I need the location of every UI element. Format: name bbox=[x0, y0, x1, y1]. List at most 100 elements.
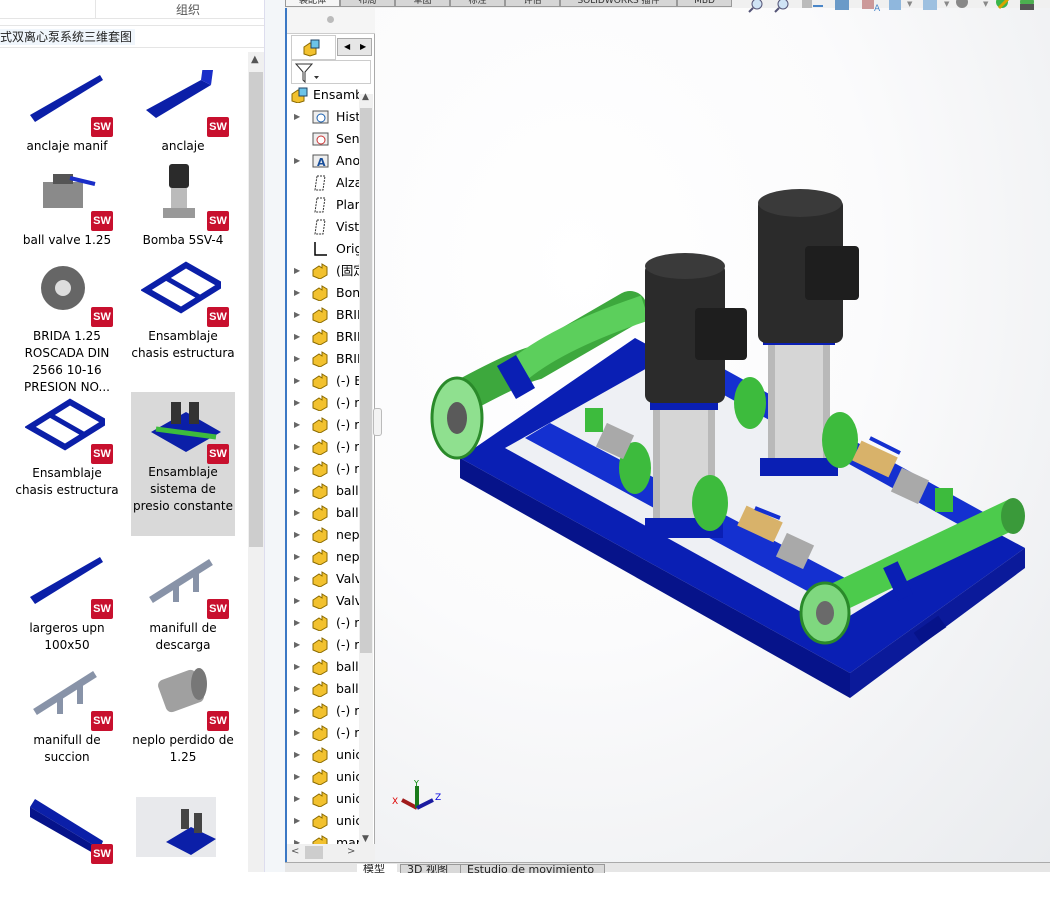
tree-item[interactable]: ▶ Bon bbox=[287, 282, 359, 304]
expand-arrow-icon[interactable]: ▶ bbox=[294, 656, 300, 678]
tree-item[interactable]: ▶ unic bbox=[287, 810, 359, 832]
scroll-down-icon[interactable]: ▼ bbox=[362, 834, 369, 844]
expand-arrow-icon[interactable]: ▶ bbox=[294, 392, 300, 414]
expand-arrow-icon[interactable]: ▶ bbox=[294, 700, 300, 722]
expand-arrow-icon[interactable]: ▶ bbox=[294, 414, 300, 436]
file-item[interactable]: SW bbox=[15, 797, 119, 897]
edit-appearance-icon[interactable] bbox=[996, 0, 1010, 10]
expand-arrow-icon[interactable]: ▶ bbox=[294, 810, 300, 832]
tree-item[interactable]: ▶ unic bbox=[287, 766, 359, 788]
tree-item[interactable]: ▶ BRII bbox=[287, 304, 359, 326]
tree-item[interactable]: ▶ (-) E bbox=[287, 370, 359, 392]
file-item[interactable]: SW Ensamblaje chasis estructura bbox=[131, 260, 235, 360]
filter-button[interactable] bbox=[291, 60, 371, 84]
expand-arrow-icon[interactable]: ▶ bbox=[294, 788, 300, 810]
tree-item[interactable]: ▶ (-) r bbox=[287, 612, 359, 634]
tree-item[interactable]: ▶ Valv bbox=[287, 568, 359, 590]
explorer-scrollbar[interactable]: ▲ bbox=[248, 52, 264, 872]
panel-splitter[interactable] bbox=[287, 8, 375, 34]
tree-item[interactable]: ▶ ball bbox=[287, 480, 359, 502]
tree-item[interactable]: ▶ ball bbox=[287, 502, 359, 524]
scroll-up-icon[interactable]: ▲ bbox=[362, 92, 369, 102]
tree-item[interactable]: Plan bbox=[287, 194, 359, 216]
expand-arrow-icon[interactable]: ▶ bbox=[294, 348, 300, 370]
expand-arrow-icon[interactable]: ▶ bbox=[294, 480, 300, 502]
scroll-thumb[interactable] bbox=[305, 846, 323, 859]
expand-arrow-icon[interactable]: ▶ bbox=[294, 150, 300, 172]
expand-arrow-icon[interactable]: ▶ bbox=[294, 282, 300, 304]
expand-arrow-icon[interactable]: ▶ bbox=[294, 524, 300, 546]
tree-item[interactable]: ▶ (-) r bbox=[287, 722, 359, 744]
tree-item[interactable]: ▶ BRII bbox=[287, 326, 359, 348]
hide-show-items-icon[interactable]: ▼ bbox=[956, 0, 989, 8]
tab-scroll-right-icon[interactable]: ▶ bbox=[360, 39, 366, 55]
command-tab[interactable]: SOLIDWORKS 插件 bbox=[560, 0, 677, 7]
scroll-left-icon[interactable]: < bbox=[291, 846, 299, 857]
tree-item[interactable]: ▶ unic bbox=[287, 744, 359, 766]
command-tab[interactable]: MBD bbox=[677, 0, 732, 7]
graphics-area[interactable]: A ▼ ▼ ▼ X Y Z bbox=[375, 0, 1050, 862]
file-item[interactable]: SW Ensamblaje chasis estructura bbox=[15, 397, 119, 497]
tree-item[interactable]: ▶ (-) r bbox=[287, 414, 359, 436]
expand-arrow-icon[interactable]: ▶ bbox=[294, 634, 300, 656]
file-item[interactable]: SW Bomba 5SV-4 bbox=[131, 164, 235, 264]
tree-item[interactable]: ▶ ball bbox=[287, 678, 359, 700]
pump-assembly-model[interactable]: X Y Z bbox=[375, 8, 1050, 862]
file-item[interactable]: SW BRIDA 1.25 ROSCADA DIN 2566 10-16 PRES… bbox=[15, 260, 119, 394]
tree-item[interactable]: Vist bbox=[287, 216, 359, 238]
tree-item[interactable]: ▶ BRII bbox=[287, 348, 359, 370]
tree-item[interactable]: Alza bbox=[287, 172, 359, 194]
command-tab[interactable]: 草图 bbox=[395, 0, 450, 7]
scroll-thumb[interactable] bbox=[360, 108, 372, 653]
expand-arrow-icon[interactable]: ▶ bbox=[294, 370, 300, 392]
tab-scroll-buttons[interactable]: ◀ ▶ bbox=[337, 38, 372, 56]
file-item[interactable]: SW ball valve 1.25 bbox=[15, 164, 119, 264]
expand-arrow-icon[interactable]: ▶ bbox=[294, 546, 300, 568]
command-tab[interactable]: 标注 bbox=[450, 0, 505, 7]
splitter-handle-icon[interactable] bbox=[327, 16, 334, 23]
address-bar[interactable]: 式双离心泵系统三维套图 bbox=[0, 25, 280, 48]
tree-item[interactable]: ▶ ball bbox=[287, 656, 359, 678]
organize-menu[interactable]: 组织 bbox=[176, 1, 200, 18]
tree-item[interactable]: ▶ (-) r bbox=[287, 458, 359, 480]
scroll-thumb[interactable] bbox=[249, 72, 263, 547]
file-item[interactable] bbox=[131, 797, 235, 897]
expand-arrow-icon[interactable]: ▶ bbox=[294, 590, 300, 612]
expand-arrow-icon[interactable]: ▶ bbox=[294, 678, 300, 700]
feature-manager-tab[interactable] bbox=[291, 35, 336, 60]
expand-arrow-icon[interactable]: ▶ bbox=[294, 106, 300, 128]
tree-item[interactable]: ▶ (-) r bbox=[287, 700, 359, 722]
file-item[interactable]: SW Ensamblaje sistema de presio constante bbox=[131, 392, 235, 536]
scroll-up-icon[interactable]: ▲ bbox=[251, 54, 259, 65]
file-item[interactable]: SW largeros upn 100x50 bbox=[15, 552, 119, 652]
command-tab[interactable]: 布局 bbox=[340, 0, 395, 7]
tab-scroll-left-icon[interactable]: ◀ bbox=[344, 39, 350, 55]
command-tab[interactable]: 评估 bbox=[505, 0, 560, 7]
tree-item[interactable]: Sen bbox=[287, 128, 359, 150]
expand-arrow-icon[interactable]: ▶ bbox=[294, 568, 300, 590]
tree-item[interactable]: ▶ (固定 bbox=[287, 260, 359, 282]
expand-arrow-icon[interactable]: ▶ bbox=[294, 304, 300, 326]
tree-item[interactable]: Orig bbox=[287, 238, 359, 260]
tree-item[interactable]: ▶ nep bbox=[287, 546, 359, 568]
file-item[interactable]: SW manifull de descarga bbox=[131, 552, 235, 652]
expand-arrow-icon[interactable]: ▶ bbox=[294, 612, 300, 634]
expand-arrow-icon[interactable]: ▶ bbox=[294, 502, 300, 524]
panel-collapse-handle[interactable] bbox=[373, 408, 382, 436]
tree-item[interactable]: ▶ Hist bbox=[287, 106, 359, 128]
expand-arrow-icon[interactable]: ▶ bbox=[294, 458, 300, 480]
scroll-right-icon[interactable]: > bbox=[347, 846, 355, 857]
tree-item[interactable]: ▶ mar bbox=[287, 832, 359, 844]
file-item[interactable]: SW manifull de succion bbox=[15, 664, 119, 764]
tree-item[interactable]: ▶ (-) r bbox=[287, 392, 359, 414]
command-tab[interactable]: 装配体 bbox=[285, 0, 340, 7]
expand-arrow-icon[interactable]: ▶ bbox=[294, 744, 300, 766]
tree-item[interactable]: ▶ A Ano bbox=[287, 150, 359, 172]
expand-arrow-icon[interactable]: ▶ bbox=[294, 436, 300, 458]
previous-view-icon[interactable] bbox=[802, 0, 823, 8]
tree-item[interactable]: ▶ unic bbox=[287, 788, 359, 810]
expand-arrow-icon[interactable]: ▶ bbox=[294, 832, 300, 844]
expand-arrow-icon[interactable]: ▶ bbox=[294, 326, 300, 348]
file-item[interactable]: SW anclaje manif bbox=[15, 70, 119, 170]
expand-arrow-icon[interactable]: ▶ bbox=[294, 260, 300, 282]
